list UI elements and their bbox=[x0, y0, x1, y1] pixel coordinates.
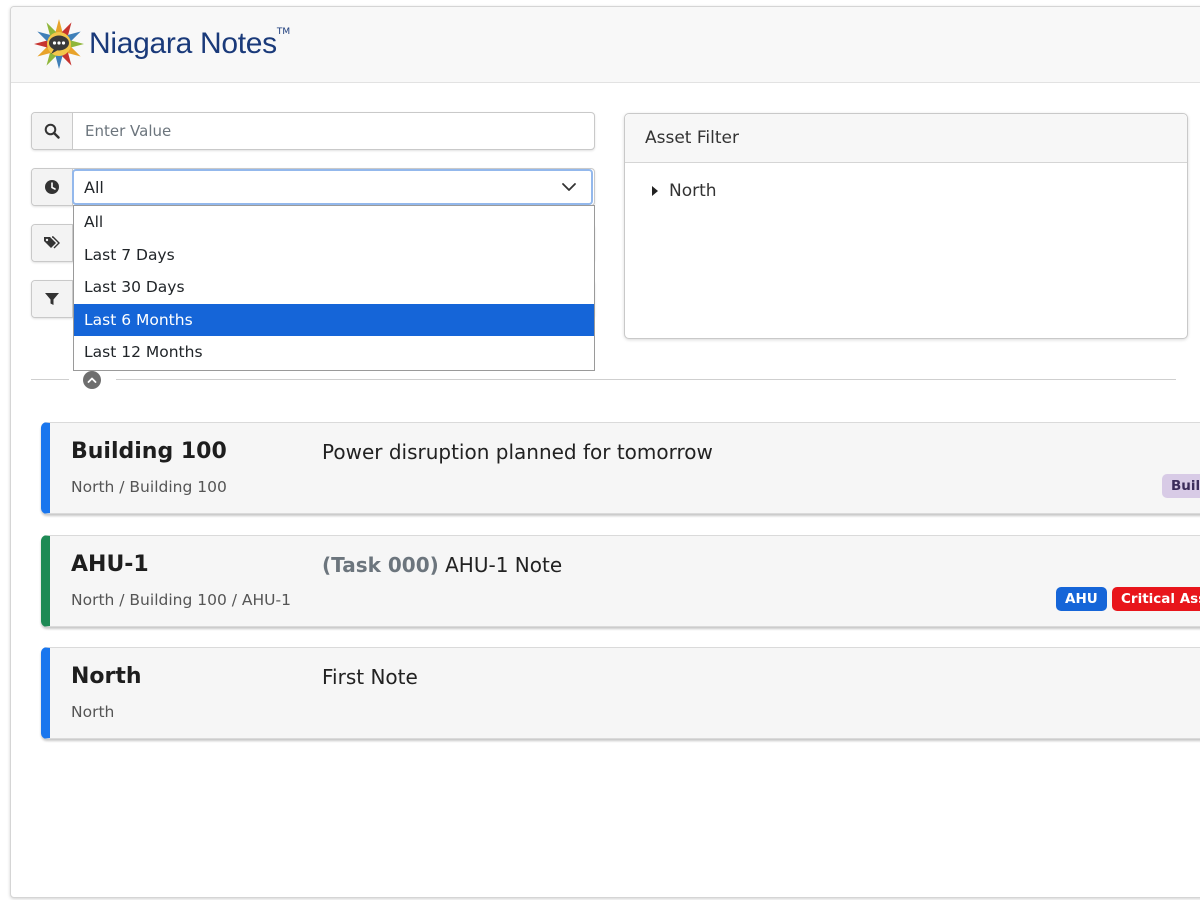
note-card[interactable]: AHU-1 (Task 000) AHU-1 Note North / Buil… bbox=[41, 535, 1200, 627]
asset-tree-label: North bbox=[669, 181, 717, 201]
note-card[interactable]: North First Note North bbox=[41, 647, 1200, 739]
app-title: Niagara Notes bbox=[89, 27, 277, 61]
note-text: First Note bbox=[322, 665, 418, 689]
tag-badge-building: Build bbox=[1162, 474, 1200, 498]
date-range-group: All bbox=[31, 168, 595, 206]
note-asset-title: Building 100 bbox=[71, 439, 227, 464]
tags-icon bbox=[32, 225, 73, 261]
date-range-dropdown: All Last 7 Days Last 30 Days Last 6 Mont… bbox=[73, 205, 595, 371]
app-logo[interactable]: Niagara Notes TM bbox=[33, 17, 290, 71]
tag-badge-critical-asset: Critical Ass bbox=[1112, 587, 1200, 611]
asset-tree-item-north[interactable]: North bbox=[625, 163, 1187, 201]
collapse-filters-button[interactable] bbox=[83, 371, 101, 389]
date-option-last-7-days[interactable]: Last 7 Days bbox=[74, 239, 594, 272]
note-asset-title: North bbox=[71, 664, 142, 689]
note-asset-path: North bbox=[71, 703, 114, 721]
note-asset-path: North / Building 100 / AHU-1 bbox=[71, 591, 291, 609]
date-option-last-30-days[interactable]: Last 30 Days bbox=[74, 271, 594, 304]
note-card[interactable]: Building 100 Power disruption planned fo… bbox=[41, 422, 1200, 514]
note-text-content: Power disruption planned for tomorrow bbox=[322, 440, 713, 464]
note-text-content: First Note bbox=[322, 665, 418, 689]
chevron-down-icon bbox=[561, 182, 577, 192]
tag-badge-ahu: AHU bbox=[1056, 587, 1107, 611]
note-text: Power disruption planned for tomorrow bbox=[322, 440, 713, 464]
asset-filter-panel: Asset Filter North bbox=[624, 113, 1188, 339]
filter-icon bbox=[32, 281, 73, 317]
caret-right-icon[interactable] bbox=[651, 185, 659, 197]
trademark-mark: TM bbox=[277, 27, 290, 37]
date-option-all[interactable]: All bbox=[74, 206, 594, 239]
note-asset-path: North / Building 100 bbox=[71, 478, 227, 496]
search-input[interactable] bbox=[83, 121, 594, 141]
niagara-logo-icon bbox=[33, 18, 85, 70]
filter-divider-left bbox=[31, 379, 69, 380]
asset-filter-title: Asset Filter bbox=[625, 114, 1187, 163]
search-icon bbox=[32, 113, 73, 149]
note-task-id: (Task 000) bbox=[322, 553, 439, 577]
app-window: Niagara Notes TM All bbox=[10, 6, 1200, 898]
search-group bbox=[31, 112, 595, 150]
chevron-up-icon bbox=[87, 376, 97, 384]
note-text-content: AHU-1 Note bbox=[445, 553, 562, 577]
date-option-last-12-months[interactable]: Last 12 Months bbox=[74, 336, 594, 369]
clock-icon bbox=[32, 169, 73, 205]
filter-divider-right bbox=[116, 379, 1176, 380]
note-text: (Task 000) AHU-1 Note bbox=[322, 553, 562, 577]
date-range-selected-value: All bbox=[84, 178, 104, 197]
note-asset-title: AHU-1 bbox=[71, 552, 149, 577]
date-option-last-6-months[interactable]: Last 6 Months bbox=[74, 304, 594, 337]
header-bar: Niagara Notes TM bbox=[11, 7, 1200, 83]
date-range-select[interactable]: All bbox=[72, 169, 593, 205]
